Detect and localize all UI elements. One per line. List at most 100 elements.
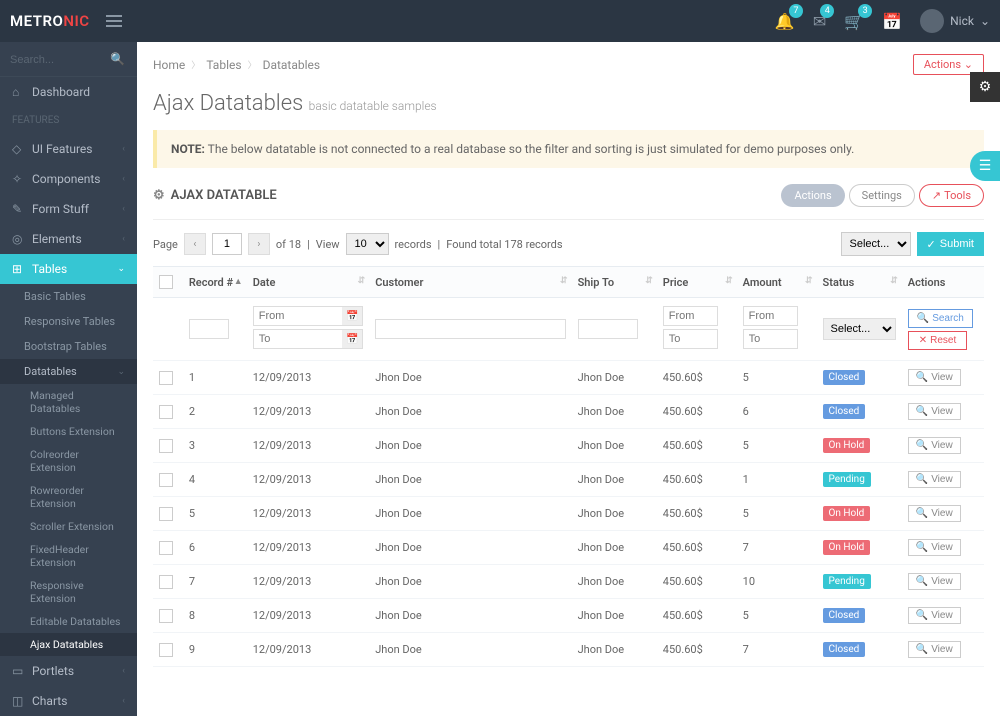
row-checkbox[interactable] — [159, 507, 173, 521]
col-header-record[interactable]: Record #▲ — [183, 267, 247, 298]
status-badge: Closed — [823, 370, 866, 385]
row-checkbox[interactable] — [159, 575, 173, 589]
filter-price-to[interactable] — [663, 329, 718, 349]
cell-shipto: Jhon Doe — [572, 395, 657, 429]
bell-icon[interactable]: 🔔7 — [775, 12, 795, 31]
status-badge: On Hold — [823, 438, 871, 453]
status-badge: Closed — [823, 608, 866, 623]
pager-prev-button[interactable]: ‹ — [184, 233, 206, 255]
sidebar-subsub-buttons[interactable]: Buttons Extension — [0, 420, 137, 443]
col-header-actions: Actions — [902, 267, 984, 298]
breadcrumb-tables[interactable]: Tables — [206, 58, 241, 72]
status-badge: Pending — [823, 574, 871, 589]
sidebar-subsub-editable[interactable]: Editable Datatables — [0, 610, 137, 633]
sidebar-sub-datatables[interactable]: Datatables⌄ — [0, 359, 137, 384]
sidebar-subsub-managed[interactable]: Managed Datatables — [0, 384, 137, 420]
submit-button[interactable]: ✓Submit — [917, 232, 984, 256]
calendar-icon[interactable]: 📅 — [882, 12, 902, 31]
pager-page-input[interactable] — [212, 233, 242, 255]
col-header-date[interactable]: Date⇵ — [247, 267, 369, 298]
sidebar-item-form-stuff[interactable]: ✎Form Stuff‹ — [0, 194, 137, 224]
search-icon[interactable]: 🔍 — [110, 52, 125, 66]
pager-perpage-select[interactable]: 10 — [346, 233, 389, 255]
cell-customer: Jhon Doe — [369, 463, 571, 497]
view-button[interactable]: 🔍View — [908, 607, 961, 624]
portlet-settings-button[interactable]: Settings — [849, 184, 915, 207]
logo[interactable]: METRONIC — [10, 12, 90, 30]
filter-search-button[interactable]: 🔍Search — [908, 309, 973, 328]
calendar-icon[interactable]: 📅 — [342, 307, 362, 325]
portlet-actions-button[interactable]: Actions — [781, 184, 844, 207]
sidebar-item-components[interactable]: ✧Components‹ — [0, 164, 137, 194]
filter-reset-button[interactable]: ✕Reset — [908, 331, 968, 350]
row-checkbox[interactable] — [159, 609, 173, 623]
menu-toggle-icon[interactable] — [100, 9, 128, 33]
view-button[interactable]: 🔍View — [908, 437, 961, 454]
col-header-shipto[interactable]: Ship To⇵ — [572, 267, 657, 298]
sidebar-item-tables[interactable]: ⊞Tables⌄ — [0, 254, 137, 284]
sidebar-subsub-fixedheader[interactable]: FixedHeader Extension — [0, 538, 137, 574]
pager-next-button[interactable]: › — [248, 233, 270, 255]
filter-customer-input[interactable] — [375, 319, 565, 339]
filter-amount-from[interactable] — [743, 306, 798, 326]
search-icon: 🔍 — [916, 474, 928, 485]
sidebar-item-dashboard[interactable]: ⌂Dashboard — [0, 77, 137, 107]
cell-amount: 1 — [737, 463, 817, 497]
sidebar-sub-bootstrap-tables[interactable]: Bootstrap Tables — [0, 334, 137, 359]
sidebar-sub-basic-tables[interactable]: Basic Tables — [0, 284, 137, 309]
view-button[interactable]: 🔍View — [908, 471, 961, 488]
sidebar-subsub-responsive[interactable]: Responsive Extension — [0, 574, 137, 610]
sidebar-subsub-scroller[interactable]: Scroller Extension — [0, 515, 137, 538]
table-row: 812/09/2013Jhon DoeJhon Doe450.60$5Close… — [153, 599, 984, 633]
row-checkbox[interactable] — [159, 473, 173, 487]
breadcrumb-home[interactable]: Home — [153, 58, 185, 72]
col-header-status[interactable]: Status⇵ — [817, 267, 902, 298]
cell-record: 7 — [183, 565, 247, 599]
sidebar-item-portlets[interactable]: ▭Portlets‹ — [0, 656, 137, 686]
chevron-left-icon: ‹ — [122, 204, 125, 214]
filter-status-select[interactable]: Select... — [823, 318, 896, 340]
view-button[interactable]: 🔍View — [908, 539, 961, 556]
sidebar-item-elements[interactable]: ◎Elements‹ — [0, 224, 137, 254]
sidebar-subsub-ajax[interactable]: Ajax Datatables — [0, 633, 137, 656]
view-button[interactable]: 🔍View — [908, 641, 961, 658]
row-checkbox[interactable] — [159, 371, 173, 385]
view-button[interactable]: 🔍View — [908, 403, 961, 420]
select-all-checkbox[interactable] — [159, 275, 173, 289]
row-checkbox[interactable] — [159, 541, 173, 555]
cell-record: 6 — [183, 531, 247, 565]
sort-icon: ⇵ — [805, 276, 813, 286]
filter-amount-to[interactable] — [743, 329, 798, 349]
pencil-icon: ✎ — [12, 202, 24, 216]
row-checkbox[interactable] — [159, 643, 173, 657]
sidebar-item-ui-features[interactable]: ◇UI Features‹ — [0, 134, 137, 164]
portlet-tools-button[interactable]: ↗Tools — [919, 184, 984, 207]
view-button[interactable]: 🔍View — [908, 369, 961, 386]
sidebar-subsub-colreorder[interactable]: Colreorder Extension — [0, 443, 137, 479]
row-checkbox[interactable] — [159, 439, 173, 453]
view-button[interactable]: 🔍View — [908, 573, 961, 590]
filter-price-from[interactable] — [663, 306, 718, 326]
pager-records-label: records — [395, 238, 432, 251]
filter-shipto-input[interactable] — [578, 319, 638, 339]
bulk-action-select[interactable]: Select... — [841, 232, 911, 256]
sidebar-sub-responsive-tables[interactable]: Responsive Tables — [0, 309, 137, 334]
sidebar-subsub-rowreorder[interactable]: Rowreorder Extension — [0, 479, 137, 515]
user-menu[interactable]: Nick ⌄ — [920, 9, 990, 33]
view-button[interactable]: 🔍View — [908, 505, 961, 522]
col-header-customer[interactable]: Customer⇵ — [369, 267, 571, 298]
sidebar-item-charts[interactable]: ◫Charts‹ — [0, 686, 137, 716]
sidebar-search[interactable]: 🔍 — [0, 42, 137, 77]
cell-shipto: Jhon Doe — [572, 497, 657, 531]
envelope-icon[interactable]: ✉4 — [813, 12, 826, 31]
col-header-amount[interactable]: Amount⇵ — [737, 267, 817, 298]
col-header-price[interactable]: Price⇵ — [657, 267, 737, 298]
filter-record-input[interactable] — [189, 319, 229, 339]
calendar-icon[interactable]: 📅 — [342, 330, 362, 348]
cell-date: 12/09/2013 — [247, 395, 369, 429]
theme-settings-button[interactable]: ⚙ — [970, 72, 1000, 102]
row-checkbox[interactable] — [159, 405, 173, 419]
gear-icon: ⚙ — [153, 188, 165, 203]
cart-icon[interactable]: 🛒3 — [844, 12, 864, 31]
quick-sidebar-toggle[interactable]: ☰ — [970, 151, 1000, 181]
